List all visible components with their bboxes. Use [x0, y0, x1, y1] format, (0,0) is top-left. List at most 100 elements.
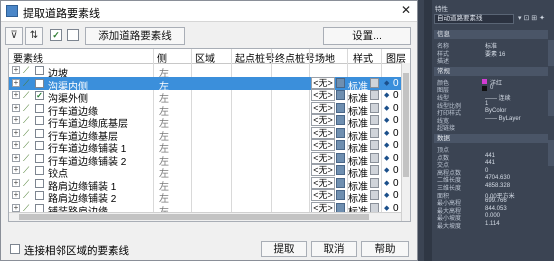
palette-property-value[interactable]: 4858.328 [485, 183, 510, 189]
site-icon[interactable] [336, 165, 345, 175]
palette-property-value[interactable]: 1 [485, 101, 488, 107]
palette-property-value[interactable]: 844.053 [485, 206, 507, 212]
layer-value[interactable]: 0 [393, 178, 399, 189]
table-row[interactable]: + ⟋ 行车道边缘铺装 1 左 <无> 标准 ◆ 0 [9, 139, 401, 155]
expand-icon[interactable]: + [12, 91, 20, 99]
site-icon[interactable] [336, 77, 345, 88]
table-row[interactable]: + ⟋ 铰点左 <无> 标准 ◆ 0 [9, 164, 401, 180]
site-icon[interactable] [336, 102, 345, 113]
layer-value[interactable]: 0 [393, 165, 399, 176]
expand-icon[interactable]: + [12, 116, 20, 124]
site-dropdown[interactable]: <无> [311, 89, 335, 101]
palette-section-header[interactable]: 数据 [434, 134, 548, 143]
layer-icon[interactable]: ◆ [384, 92, 391, 99]
palette-property-value[interactable]: 441 [485, 153, 495, 159]
vertical-scrollbar[interactable] [401, 63, 410, 221]
table-row[interactable]: + ⟋ 边坡左 [9, 64, 401, 80]
layer-icon[interactable]: ◆ [384, 142, 391, 149]
layer-value[interactable]: 0 [393, 128, 399, 139]
table-row[interactable]: + ⟋ 路肩边缘铺装 2 左 <无> 标准 ◆ 0 [9, 189, 401, 205]
style-icon[interactable] [370, 102, 379, 113]
layer-value[interactable]: 0 [393, 103, 399, 114]
site-icon[interactable] [336, 90, 345, 100]
palette-property-value[interactable]: 699.766 [485, 198, 507, 204]
palette-property-value[interactable]: ByColor [485, 108, 506, 114]
cancel-button[interactable]: 取消 [311, 241, 357, 257]
style-icon[interactable] [370, 115, 379, 125]
layer-icon[interactable]: ◆ [384, 192, 391, 199]
row-checkbox[interactable] [35, 66, 44, 75]
expand-icon[interactable]: + [12, 166, 20, 174]
layer-value[interactable]: 0 [393, 90, 399, 101]
style-icon[interactable] [370, 77, 379, 88]
col-feature-line[interactable]: 要素线 [13, 50, 43, 65]
palette-tab[interactable] [548, 140, 554, 166]
deselect-checkbox[interactable] [67, 29, 79, 41]
style-icon[interactable] [370, 127, 379, 138]
layer-icon[interactable]: ◆ [384, 167, 391, 174]
table-row[interactable]: + ⟋ 行车道边缘铺装 2 左 <无> 标准 ◆ 0 [9, 151, 401, 168]
layer-icon[interactable]: ◆ [384, 130, 391, 137]
row-checkbox[interactable] [35, 103, 44, 113]
style-icon[interactable] [370, 190, 379, 200]
object-type-dropdown[interactable]: 自动道路要素线 [434, 14, 514, 24]
palette-property-value[interactable]: 0 [485, 168, 488, 174]
row-checkbox[interactable] [35, 191, 44, 200]
expand-icon[interactable]: + [12, 103, 20, 112]
table-row[interactable]: + ⟋ 行车道边缘底基层左 <无> 标准 ◆ 0 [9, 114, 401, 130]
row-checkbox[interactable] [35, 153, 44, 163]
expand-icon[interactable]: + [12, 203, 20, 212]
row-checkbox[interactable] [35, 116, 44, 125]
layer-value[interactable]: 0 [393, 153, 399, 164]
row-checkbox[interactable] [35, 128, 44, 138]
site-icon[interactable] [336, 202, 345, 213]
palette-property-value[interactable]: —— ByLayer [485, 116, 521, 122]
sort-icon[interactable]: ⇅ [25, 27, 43, 45]
site-dropdown[interactable]: <无> [311, 189, 335, 201]
col-start-station[interactable]: 起点桩号 [235, 50, 275, 65]
palette-tool-icons[interactable]: ▾ ⊡ ⊞ ✦ [518, 14, 545, 22]
connect-adjacent-checkbox[interactable] [10, 244, 20, 254]
horizontal-scrollbar[interactable] [9, 212, 401, 221]
col-side[interactable]: 侧 [157, 50, 167, 65]
site-dropdown[interactable]: <无> [311, 164, 335, 176]
layer-icon[interactable]: ◆ [384, 80, 391, 87]
layer-value[interactable]: 0 [393, 140, 399, 151]
layer-value[interactable]: 0 [393, 115, 399, 126]
table-row[interactable]: + ⟋ 行车道边缘左 <无> 标准 ◆ 0 [9, 101, 401, 118]
palette-property-value[interactable]: 0 [490, 85, 493, 91]
site-icon[interactable] [336, 140, 345, 150]
row-checkbox[interactable] [35, 166, 44, 175]
palette-tab[interactable] [548, 90, 554, 116]
site-icon[interactable] [336, 127, 345, 138]
site-dropdown[interactable]: <无> [311, 139, 335, 151]
layer-value[interactable]: 0 [393, 190, 399, 201]
style-icon[interactable] [370, 177, 379, 188]
col-style[interactable]: 样式 [353, 50, 373, 65]
site-dropdown[interactable]: <无> [311, 101, 335, 114]
layer-icon[interactable]: ◆ [384, 205, 391, 212]
layer-value[interactable]: 0 [393, 78, 399, 89]
col-region[interactable]: 区域 [195, 50, 215, 65]
expand-icon[interactable]: + [12, 128, 20, 137]
style-icon[interactable] [370, 90, 379, 100]
palette-property-value[interactable]: 要素 16 [485, 49, 505, 58]
palette-property-value[interactable]: 1.114 [485, 221, 500, 227]
site-dropdown[interactable]: <无> [311, 76, 335, 89]
palette-section-header[interactable]: 常规 [434, 66, 548, 76]
site-dropdown[interactable]: <无> [311, 126, 335, 139]
expand-icon[interactable]: + [12, 66, 20, 74]
site-icon[interactable] [336, 190, 345, 200]
filter-icon[interactable]: ⊽ [5, 27, 23, 45]
add-feature-line-button[interactable]: 添加道路要素线 [85, 27, 185, 45]
settings-button[interactable]: 设置... [323, 27, 411, 45]
row-checkbox[interactable] [35, 178, 44, 188]
expand-icon[interactable]: + [12, 178, 20, 187]
site-icon[interactable] [336, 177, 345, 188]
style-icon[interactable] [370, 152, 379, 163]
layer-icon[interactable]: ◆ [384, 180, 391, 187]
extract-button[interactable]: 提取 [261, 241, 307, 257]
scroll-thumb[interactable] [403, 73, 409, 177]
table-row[interactable]: + ⟋ 路肩边缘铺装 1 左 <无> 标准 ◆ 0 [9, 176, 401, 193]
expand-icon[interactable]: + [12, 153, 20, 162]
